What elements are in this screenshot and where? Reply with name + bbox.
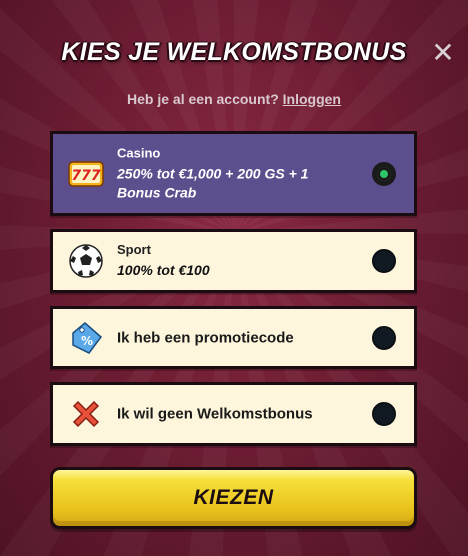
svg-text:%: % bbox=[81, 334, 93, 348]
option-description: 250% tot €1,000 + 200 GS + 1 Bonus Crab bbox=[117, 165, 309, 200]
bonus-option-casino[interactable]: 777 Casino 250% tot €1,000 + 200 GS + 1 … bbox=[50, 131, 417, 216]
option-category: Casino bbox=[117, 145, 161, 160]
svg-text:777: 777 bbox=[71, 168, 100, 184]
option-label: Ik wil geen Welkomstbonus bbox=[117, 405, 313, 423]
page-title: KIES JE WELKOMSTBONUS bbox=[61, 38, 407, 66]
login-prompt-text: Heb je al een account? bbox=[127, 91, 279, 107]
option-radio[interactable] bbox=[372, 402, 396, 426]
bonus-option-none[interactable]: Ik wil geen Welkomstbonus bbox=[50, 382, 417, 446]
submit-button[interactable]: KIEZEN bbox=[50, 467, 417, 529]
bonus-option-promocode[interactable]: % Ik heb een promotiecode bbox=[50, 306, 417, 369]
red-x-icon bbox=[67, 395, 105, 433]
slot-777-icon: 777 bbox=[67, 155, 105, 193]
bonus-option-sport[interactable]: Sport 100% tot €100 bbox=[50, 229, 417, 293]
option-radio[interactable] bbox=[372, 325, 396, 350]
option-radio[interactable] bbox=[372, 161, 396, 186]
login-prompt: Heb je al een account? Inloggen bbox=[0, 91, 468, 107]
percent-tag-icon: % bbox=[67, 319, 105, 357]
option-label: Ik heb een promotiecode bbox=[117, 329, 294, 346]
soccer-ball-icon bbox=[67, 242, 105, 280]
login-link[interactable]: Inloggen bbox=[283, 91, 341, 107]
close-icon[interactable]: ✕ bbox=[430, 39, 456, 67]
option-radio[interactable] bbox=[372, 249, 396, 273]
option-description: 100% tot €100 bbox=[117, 262, 210, 278]
option-category: Sport bbox=[117, 242, 151, 257]
